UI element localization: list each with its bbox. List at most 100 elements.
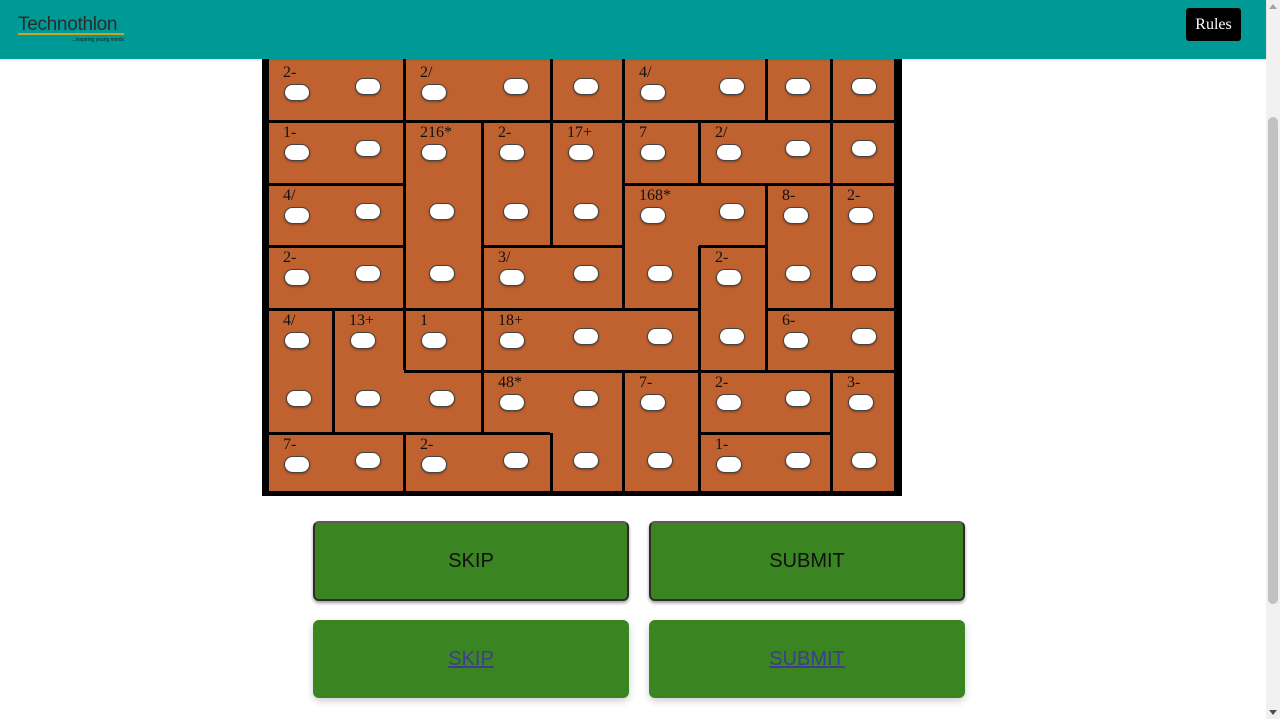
cell-value-input[interactable]: [284, 207, 310, 224]
submit-button[interactable]: SUBMIT: [649, 521, 965, 601]
cell-value-input[interactable]: [647, 452, 673, 469]
cage-label: 2/: [715, 124, 728, 141]
cage-label: 2/: [420, 64, 433, 81]
cell-value-input[interactable]: [421, 332, 447, 349]
cell-value-input[interactable]: [284, 144, 310, 161]
cell-value-input[interactable]: [783, 332, 809, 349]
cage-label: 7-: [283, 436, 297, 453]
cell-value-input[interactable]: [499, 332, 525, 349]
cage-label: 2-: [715, 374, 729, 391]
cell-value-input[interactable]: [647, 265, 673, 282]
cage-label: 7: [639, 124, 647, 141]
cell-value-input[interactable]: [573, 452, 599, 469]
cell-value-input[interactable]: [783, 207, 809, 224]
cage-label: 4/: [283, 187, 296, 204]
cell-value-input[interactable]: [785, 390, 811, 407]
cell-value-input[interactable]: [284, 269, 310, 286]
cell-value-input[interactable]: [851, 265, 877, 282]
cell-value-input[interactable]: [350, 332, 376, 349]
kenken-board: 2- 2/4/1- 216* 2- 17+ 7 2/4/168* 8- 2- 2- 3/2- 4/13…: [262, 58, 902, 496]
cell-value-input[interactable]: [573, 265, 599, 282]
cell-value-input[interactable]: [848, 207, 874, 224]
cell-value-input[interactable]: [355, 265, 381, 282]
cage-label: 1: [420, 312, 428, 329]
cell-value-input[interactable]: [499, 144, 525, 161]
cell-value-input[interactable]: [568, 144, 594, 161]
cell-value-input[interactable]: [640, 144, 666, 161]
cell-value-input[interactable]: [716, 144, 742, 161]
cell-value-input[interactable]: [716, 269, 742, 286]
cell-value-input[interactable]: [851, 140, 877, 157]
cell-value-input[interactable]: [573, 328, 599, 345]
cage-label: 48*: [498, 374, 522, 391]
cell-value-input[interactable]: [785, 452, 811, 469]
cell-value-input[interactable]: [573, 390, 599, 407]
cell-value-input[interactable]: [848, 394, 874, 411]
cage-label: 2-: [715, 249, 729, 266]
cell-value-input[interactable]: [851, 78, 877, 95]
cage-label: 168*: [639, 187, 671, 204]
cell-value-input[interactable]: [355, 203, 381, 220]
cell-value-input[interactable]: [355, 452, 381, 469]
cage-label: 4/: [283, 312, 296, 329]
cage-label: 1-: [715, 436, 729, 453]
cage-label: 13+: [349, 312, 375, 329]
scrollbar-thumb[interactable]: [1268, 117, 1278, 604]
cell-value-input[interactable]: [851, 452, 877, 469]
cell-value-input[interactable]: [785, 140, 811, 157]
logo-subtitle: ...inspiring young minds: [71, 37, 124, 43]
cell-value-input[interactable]: [503, 78, 529, 95]
cell-value-input[interactable]: [716, 456, 742, 473]
cage-label: 18+: [498, 312, 524, 329]
cell-value-input[interactable]: [785, 78, 811, 95]
cell-value-input[interactable]: [421, 84, 447, 101]
cage-label: 4/: [639, 64, 652, 81]
cell-value-input[interactable]: [716, 394, 742, 411]
cell-value-input[interactable]: [503, 203, 529, 220]
cage-label: 17+: [567, 124, 593, 141]
cell-value-input[interactable]: [719, 203, 745, 220]
cell-value-input[interactable]: [355, 140, 381, 157]
cell-value-input[interactable]: [284, 84, 310, 101]
technothlon-logo[interactable]: Technothlon ...inspiring young minds: [18, 14, 128, 46]
cell-value-input[interactable]: [355, 78, 381, 95]
cell-value-input[interactable]: [284, 332, 310, 349]
submit-link-button[interactable]: SUBMIT: [649, 620, 965, 698]
skip-link-button[interactable]: SKIP: [313, 620, 629, 698]
cell-value-input[interactable]: [499, 269, 525, 286]
scroll-down-arrow-icon[interactable]: [1269, 710, 1277, 715]
cell-value-input[interactable]: [640, 207, 666, 224]
cell-value-input[interactable]: [503, 452, 529, 469]
cage-label: 3-: [847, 374, 861, 391]
cage-label: 2-: [283, 64, 297, 81]
cell-value-input[interactable]: [429, 390, 455, 407]
cell-value-input[interactable]: [719, 328, 745, 345]
cell-value-input[interactable]: [640, 394, 666, 411]
top-header: Technothlon ...inspiring young minds Rul…: [0, 0, 1266, 59]
cage-label: 3/: [498, 249, 511, 266]
cell-value-input[interactable]: [421, 456, 447, 473]
cell-value-input[interactable]: [851, 328, 877, 345]
cell-value-input[interactable]: [429, 203, 455, 220]
cell-value-input[interactable]: [355, 390, 381, 407]
cage-label: 216*: [420, 124, 452, 141]
cell-value-input[interactable]: [573, 78, 599, 95]
cage-label: 2-: [498, 124, 512, 141]
cell-value-input[interactable]: [785, 265, 811, 282]
cage-label: 8-: [782, 187, 796, 204]
cell-value-input[interactable]: [429, 265, 455, 282]
cell-value-input[interactable]: [647, 328, 673, 345]
cell-value-input[interactable]: [640, 84, 666, 101]
cell-value-input[interactable]: [719, 78, 745, 95]
cage-label: 2-: [847, 187, 861, 204]
skip-button[interactable]: SKIP: [313, 521, 629, 601]
cell-value-input[interactable]: [421, 144, 447, 161]
page-scrollbar[interactable]: [1266, 0, 1280, 719]
cell-value-input[interactable]: [573, 203, 599, 220]
cell-value-input[interactable]: [284, 456, 310, 473]
cell-value-input[interactable]: [499, 394, 525, 411]
rules-button[interactable]: Rules: [1186, 8, 1241, 41]
scroll-up-arrow-icon[interactable]: [1269, 4, 1277, 9]
logo-underline: [18, 33, 124, 35]
cell-value-input[interactable]: [286, 390, 312, 407]
